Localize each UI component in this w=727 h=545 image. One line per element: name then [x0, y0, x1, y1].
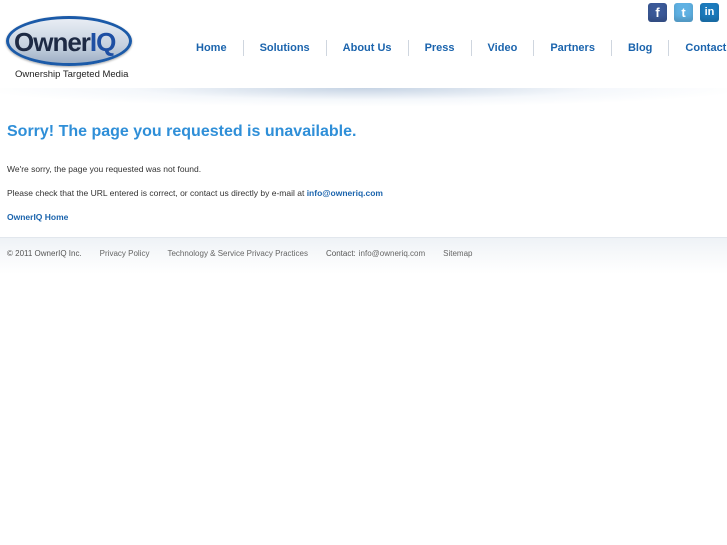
- page-title: Sorry! The page you requested is unavail…: [7, 123, 357, 140]
- home-link[interactable]: OwnerIQ Home: [7, 212, 68, 222]
- tech-privacy-link[interactable]: Technology & Service Privacy Practices: [167, 249, 308, 258]
- nav-press[interactable]: Press: [407, 40, 471, 56]
- sitemap-link[interactable]: Sitemap: [443, 249, 472, 258]
- social-links: f t in: [648, 3, 719, 22]
- twitter-icon[interactable]: t: [674, 3, 693, 22]
- contact-message: Please check that the URL entered is cor…: [7, 188, 383, 198]
- copyright: © 2011 OwnerIQ Inc.: [7, 249, 82, 258]
- nav-solutions[interactable]: Solutions: [242, 40, 326, 56]
- nav-home[interactable]: Home: [180, 40, 243, 56]
- tagline: Ownership Targeted Media: [15, 69, 129, 80]
- nav-partners[interactable]: Partners: [533, 40, 611, 56]
- not-found-message: We're sorry, the page you requested was …: [7, 164, 202, 174]
- linkedin-icon[interactable]: in: [700, 3, 719, 22]
- main-nav: Home Solutions About Us Press Video Part…: [180, 40, 727, 56]
- footer-links: © 2011 OwnerIQ Inc. Privacy Policy Techn…: [7, 249, 491, 258]
- header-divider: [0, 88, 727, 106]
- privacy-policy-link[interactable]: Privacy Policy: [100, 249, 150, 258]
- logo-accent: IQ: [89, 27, 116, 57]
- facebook-icon[interactable]: f: [648, 3, 667, 22]
- footer: © 2011 OwnerIQ Inc. Privacy Policy Techn…: [0, 237, 727, 274]
- footer-email-link[interactable]: info@owneriq.com: [359, 249, 425, 258]
- email-link[interactable]: info@owneriq.com: [307, 188, 383, 198]
- nav-blog[interactable]: Blog: [610, 40, 668, 56]
- nav-video[interactable]: Video: [470, 40, 534, 56]
- nav-about-us[interactable]: About Us: [325, 40, 408, 56]
- contact-label: Contact:: [325, 249, 356, 258]
- logo-text: OwnerIQ: [14, 27, 116, 58]
- nav-contact-us[interactable]: Contact Us: [668, 40, 727, 56]
- contact-message-text: Please check that the URL entered is cor…: [7, 188, 307, 198]
- logo-main: Owner: [14, 27, 91, 57]
